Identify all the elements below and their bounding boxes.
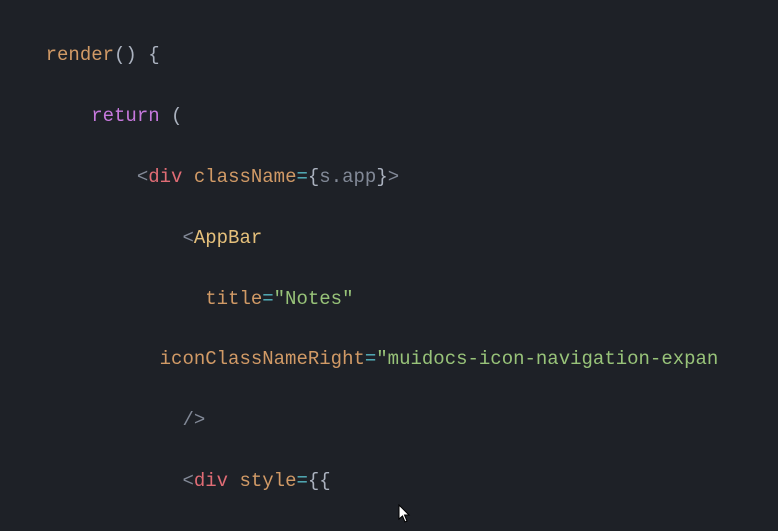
code-line: title="Notes" — [0, 284, 778, 314]
attr-className: className — [194, 166, 297, 188]
method-name: render — [46, 44, 114, 66]
attr-style: style — [239, 470, 296, 492]
keyword-return: return — [91, 105, 159, 127]
code-line: /> — [0, 405, 778, 435]
tag-div: div — [148, 166, 182, 188]
tag-div: div — [194, 470, 228, 492]
obj-s: s — [319, 166, 330, 188]
string-notes: "Notes" — [274, 288, 354, 310]
attr-title: title — [205, 288, 262, 310]
code-line: <div className={s.app}> — [0, 162, 778, 192]
attr-iconClassNameRight: iconClassNameRight — [160, 348, 365, 370]
code-line: return ( — [0, 101, 778, 131]
code-line: <AppBar — [0, 223, 778, 253]
code-line: <div style={{ — [0, 466, 778, 496]
code-line: marginTop: 20, — [0, 527, 778, 531]
code-line: render() { — [0, 40, 778, 70]
component-AppBar: AppBar — [194, 227, 262, 249]
string-iconClass: "muidocs-icon-navigation-expan — [376, 348, 718, 370]
code-line: iconClassNameRight="muidocs-icon-navigat… — [0, 344, 778, 374]
code-editor[interactable]: render() { return ( <div className={s.ap… — [0, 0, 778, 531]
prop-app: app — [342, 166, 376, 188]
